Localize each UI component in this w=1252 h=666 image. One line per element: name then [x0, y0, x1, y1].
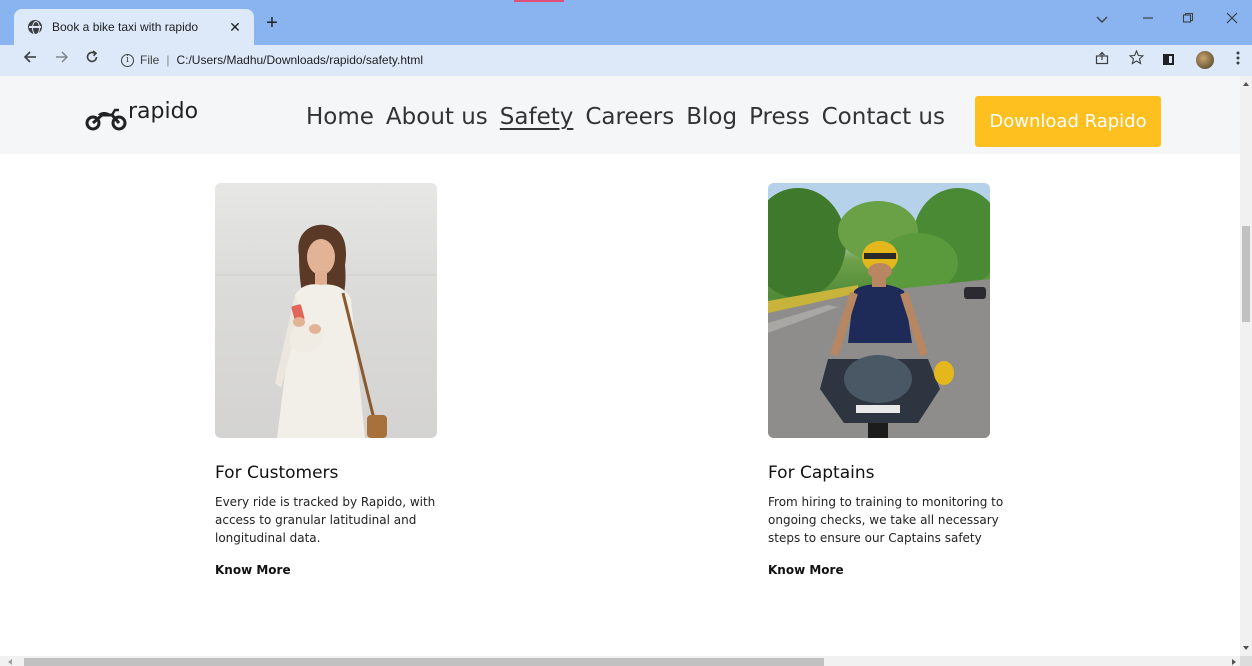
- card-customers: For Customers Every ride is tracked by R…: [215, 183, 515, 579]
- know-more-captains-link[interactable]: Know More: [768, 563, 844, 577]
- card-description: Every ride is tracked by Rapido, with ac…: [215, 495, 436, 545]
- motorbike-icon: [85, 108, 127, 131]
- scroll-up-icon[interactable]: [1243, 82, 1249, 86]
- vertical-scrollbar[interactable]: [1240, 76, 1252, 656]
- browser-tab-strip: Book a bike taxi with rapido ✕ +: [0, 0, 1252, 45]
- scrollbar-corner: [1240, 656, 1252, 666]
- url-text[interactable]: C:/Users/Madhu/Downloads/rapido/safety.h…: [176, 53, 423, 67]
- card-title: For Customers: [215, 463, 339, 483]
- address-bar[interactable]: i File | C:/Users/Madhu/Downloads/rapido…: [113, 48, 1133, 72]
- horizontal-scrollbar[interactable]: [0, 656, 1240, 666]
- vertical-scroll-thumb[interactable]: [1242, 226, 1250, 322]
- nav-press[interactable]: Press: [749, 104, 810, 130]
- scroll-left-icon[interactable]: [8, 659, 12, 665]
- share-icon[interactable]: [1092, 50, 1112, 70]
- logo-text: rapido: [128, 98, 199, 124]
- nav-contact-us[interactable]: Contact us: [822, 104, 945, 130]
- download-rapido-button[interactable]: Download Rapido: [975, 96, 1161, 147]
- star-icon[interactable]: [1126, 49, 1146, 70]
- browser-toolbar: i File | C:/Users/Madhu/Downloads/rapido…: [0, 45, 1252, 76]
- card-captains: For Captains From hiring to training to …: [768, 183, 1068, 579]
- card-title: For Captains: [768, 463, 875, 483]
- rapido-logo[interactable]: rapido: [84, 99, 198, 132]
- main-nav: Home About us Safety Careers Blog Press …: [306, 104, 957, 130]
- close-window-icon[interactable]: [1222, 12, 1242, 27]
- browser-tab-active[interactable]: Book a bike taxi with rapido ✕: [14, 9, 254, 45]
- nav-about-us[interactable]: About us: [386, 104, 488, 130]
- nav-safety[interactable]: Safety: [500, 104, 574, 130]
- url-scheme: File: [140, 53, 160, 67]
- tab-search-icon[interactable]: [1092, 12, 1112, 27]
- card-description: From hiring to training to monitoring to…: [768, 495, 1004, 545]
- scroll-down-icon[interactable]: [1243, 646, 1249, 650]
- horizontal-scroll-thumb[interactable]: [24, 658, 824, 666]
- globe-icon: [28, 20, 42, 35]
- nav-home[interactable]: Home: [306, 104, 374, 130]
- scroll-right-icon[interactable]: [1232, 659, 1236, 665]
- forward-arrow-icon[interactable]: [52, 50, 72, 70]
- new-tab-button[interactable]: +: [262, 13, 282, 33]
- info-icon[interactable]: i: [121, 53, 134, 67]
- url-separator: |: [166, 53, 170, 67]
- side-panel-icon[interactable]: [1163, 54, 1174, 65]
- back-arrow-icon[interactable]: [20, 50, 40, 70]
- avatar[interactable]: [1196, 51, 1214, 69]
- reload-icon[interactable]: [82, 50, 102, 70]
- minimize-icon[interactable]: [1138, 12, 1158, 27]
- captain-on-motorbike-photo: [768, 183, 990, 438]
- know-more-customers-link[interactable]: Know More: [215, 563, 291, 577]
- tab-close-button[interactable]: ✕: [226, 19, 244, 36]
- tab-title: Book a bike taxi with rapido: [52, 20, 199, 34]
- restore-icon[interactable]: [1178, 12, 1198, 27]
- tab-strip-accent: [514, 0, 564, 2]
- nav-careers[interactable]: Careers: [585, 104, 674, 130]
- kebab-menu-icon[interactable]: [1228, 50, 1248, 70]
- site-header: rapido Home About us Safety Careers Blog…: [0, 76, 1240, 154]
- woman-using-phone-photo: [215, 183, 437, 438]
- nav-blog[interactable]: Blog: [686, 104, 737, 130]
